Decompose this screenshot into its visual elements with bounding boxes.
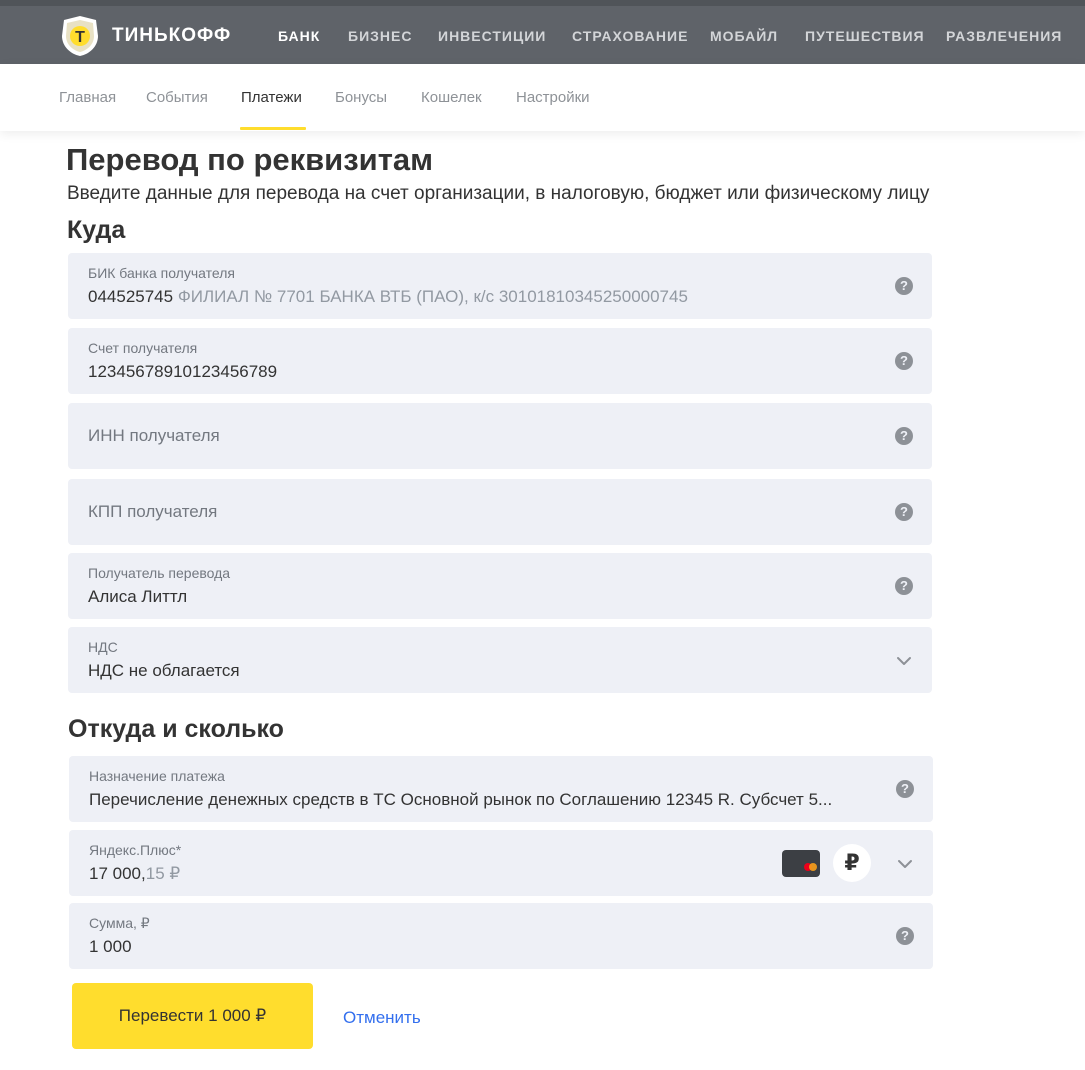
top-nav-bank[interactable]: БАНК xyxy=(278,28,320,44)
help-icon[interactable]: ? xyxy=(895,427,913,445)
account-field[interactable]: Счет получателя 12345678910123456789 ? xyxy=(68,328,932,394)
top-nav-insurance[interactable]: СТРАХОВАНИЕ xyxy=(572,28,688,44)
top-nav-mobile[interactable]: МОБАЙЛ xyxy=(710,28,778,44)
subnav-item-events[interactable]: События xyxy=(146,89,208,106)
help-icon[interactable]: ? xyxy=(896,780,914,798)
section-title-from: Откуда и сколько xyxy=(68,715,284,743)
help-icon[interactable]: ? xyxy=(895,352,913,370)
amount-field[interactable]: Сумма, ₽ 1 000 ? xyxy=(69,903,933,969)
bik-field[interactable]: БИК банка получателя 044525745 ФИЛИАЛ № … xyxy=(68,253,932,319)
chevron-down-icon[interactable] xyxy=(894,651,914,671)
help-icon[interactable]: ? xyxy=(895,277,913,295)
source-balance: 17 000,15 ₽ xyxy=(89,864,180,884)
vat-select[interactable]: НДС НДС не облагается xyxy=(68,627,932,693)
top-navigation: БАНК БИЗНЕС ИНВЕСТИЦИИ СТРАХОВАНИЕ МОБАЙ… xyxy=(0,28,1085,48)
amount-label: Сумма, ₽ xyxy=(89,915,150,931)
page-subtitle: Введите данные для перевода на счет орга… xyxy=(67,183,930,204)
account-value: 12345678910123456789 xyxy=(88,362,278,381)
amount-value: 1 000 xyxy=(89,937,132,956)
help-icon[interactable]: ? xyxy=(895,577,913,595)
page-title: Перевод по реквизитам xyxy=(66,142,434,177)
cancel-link[interactable]: Отменить xyxy=(343,1008,421,1028)
bik-value: 044525745 xyxy=(88,287,174,306)
bik-bank-hint: ФИЛИАЛ № 7701 БАНКА ВТБ (ПАО), к/с 30101… xyxy=(177,287,688,306)
card-icon xyxy=(782,850,820,877)
subnav-item-wallet[interactable]: Кошелек xyxy=(421,89,482,106)
source-account-select[interactable]: Яндекс.Плюс* 17 000,15 ₽ ₽ xyxy=(69,830,933,896)
payment-purpose-field[interactable]: Назначение платежа Перечисление денежных… xyxy=(69,756,933,822)
ruble-icon[interactable]: ₽ xyxy=(833,844,871,882)
bik-value-line: 044525745 ФИЛИАЛ № 7701 БАНКА ВТБ (ПАО),… xyxy=(88,287,688,307)
purpose-label: Назначение платежа xyxy=(89,768,225,784)
mastercard-right-circle xyxy=(809,863,817,871)
source-balance-main: 17 000, xyxy=(89,864,146,883)
chevron-down-icon[interactable] xyxy=(895,854,915,874)
top-header: Т ТИНЬКОФФ БАНК БИЗНЕС ИНВЕСТИЦИИ СТРАХО… xyxy=(0,0,1085,64)
sub-navigation: Главная События Платежи Бонусы Кошелек Н… xyxy=(0,64,1085,131)
top-nav-business[interactable]: БИЗНЕС xyxy=(348,28,412,44)
inn-placeholder: ИНН получателя xyxy=(88,426,220,445)
active-tab-underline xyxy=(240,127,306,130)
purpose-value: Перечисление денежных средств в ТС Основ… xyxy=(89,790,833,809)
help-icon[interactable]: ? xyxy=(896,927,914,945)
help-icon[interactable]: ? xyxy=(895,503,913,521)
inn-field[interactable]: ИНН получателя ? xyxy=(68,403,932,469)
bik-label: БИК банка получателя xyxy=(88,265,235,281)
subnav-item-settings[interactable]: Настройки xyxy=(516,89,590,106)
vat-value: НДС не облагается xyxy=(88,661,240,680)
account-label: Счет получателя xyxy=(88,340,198,356)
subnav-item-payments[interactable]: Платежи xyxy=(241,89,302,106)
recipient-field[interactable]: Получатель перевода Алиса Литтл ? xyxy=(68,553,932,619)
recipient-value: Алиса Литтл xyxy=(88,587,188,606)
top-nav-investments[interactable]: ИНВЕСТИЦИИ xyxy=(438,28,546,44)
recipient-label: Получатель перевода xyxy=(88,565,231,581)
transfer-button[interactable]: Перевести 1 000 ₽ xyxy=(72,983,313,1049)
kpp-field[interactable]: КПП получателя ? xyxy=(68,479,932,545)
subnav-item-bonuses[interactable]: Бонусы xyxy=(335,89,387,106)
source-label: Яндекс.Плюс* xyxy=(89,842,182,858)
kpp-placeholder: КПП получателя xyxy=(88,502,218,521)
section-title-to: Куда xyxy=(67,216,126,244)
vat-label: НДС xyxy=(88,639,118,655)
subnav-item-main[interactable]: Главная xyxy=(59,89,116,106)
top-nav-entertainment[interactable]: РАЗВЛЕЧЕНИЯ xyxy=(946,28,1062,44)
top-nav-travel[interactable]: ПУТЕШЕСТВИЯ xyxy=(805,28,925,44)
source-balance-fraction: 15 ₽ xyxy=(145,864,181,883)
